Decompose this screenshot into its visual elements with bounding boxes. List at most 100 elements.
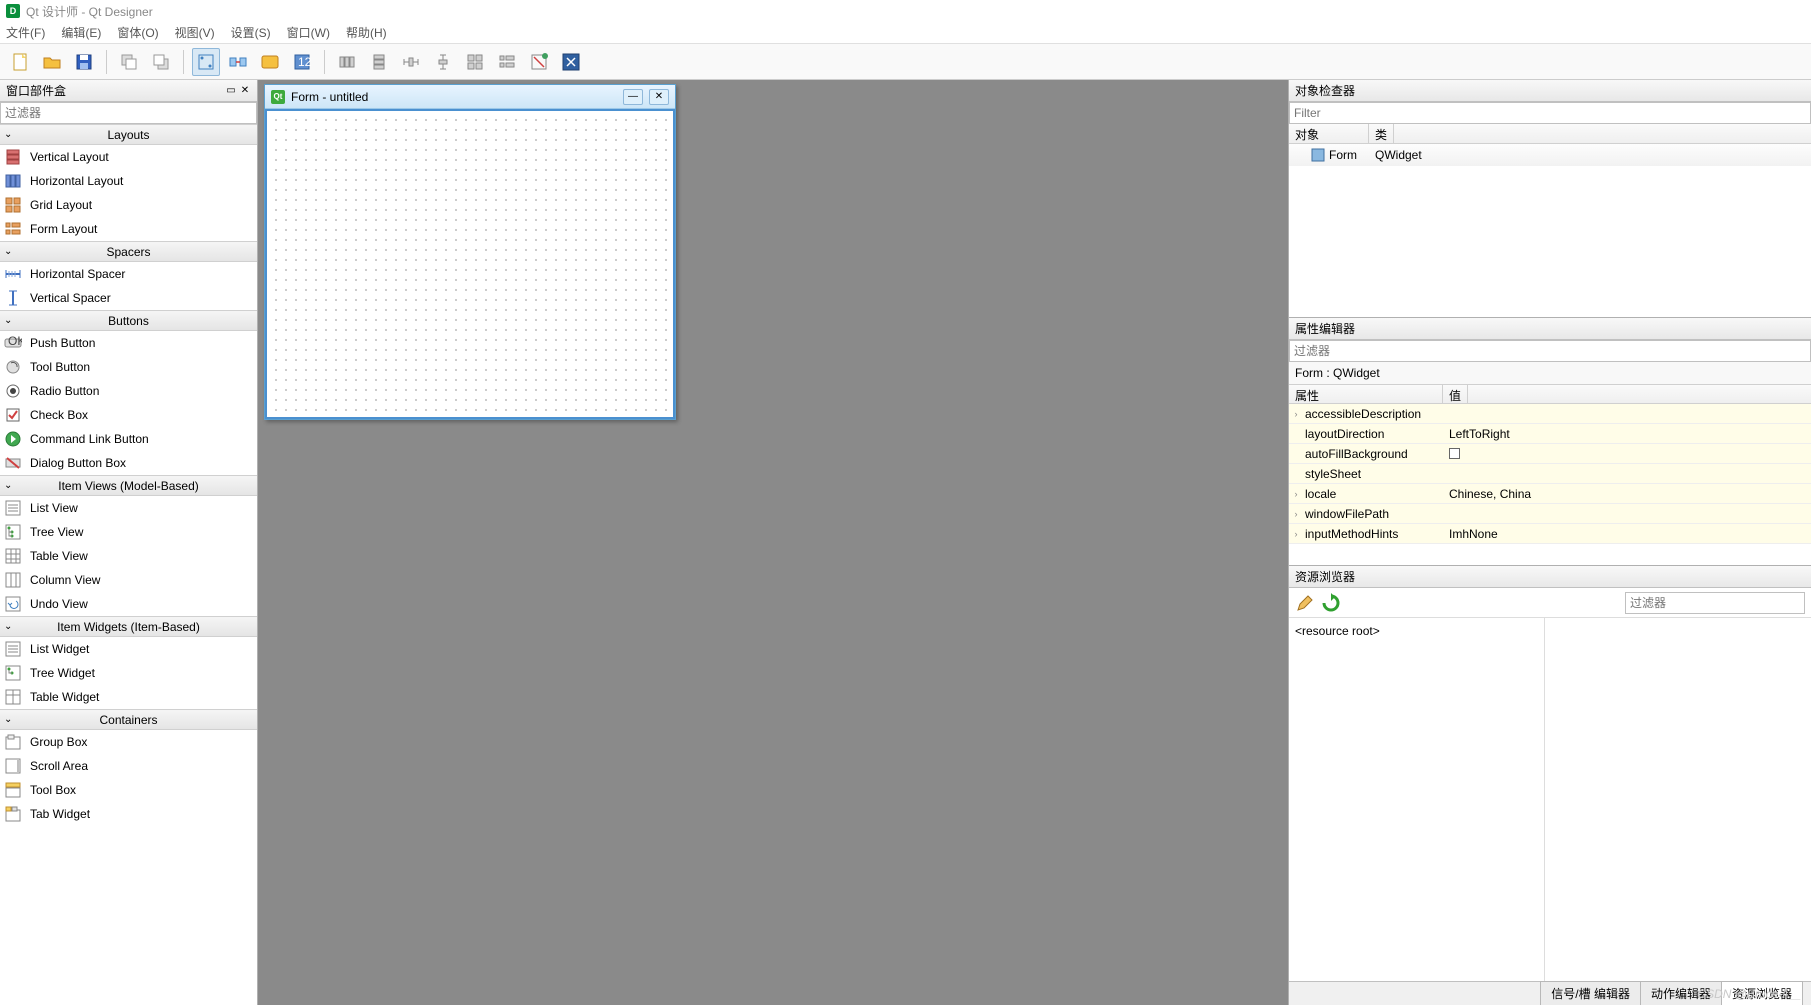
edit-signals-button[interactable] [224,48,252,76]
expand-icon[interactable]: › [1289,509,1303,519]
widget-item[interactable]: List Widget [0,637,257,661]
property-value: LeftToRight [1449,427,1510,441]
widget-item[interactable]: Radio Button [0,379,257,403]
layout-horizontal-button[interactable] [333,48,361,76]
widget-label: Horizontal Spacer [30,267,125,281]
widget-item[interactable]: Vertical Layout [0,145,257,169]
widget-item[interactable]: Form Layout [0,217,257,241]
widget-item[interactable]: Tool Button [0,355,257,379]
object-inspector-filter-input[interactable] [1289,102,1811,124]
menu-file[interactable]: 文件(F) [6,24,45,41]
widget-icon [4,406,22,424]
widget-item[interactable]: List View [0,496,257,520]
design-canvas[interactable]: Qt Form - untitled — ✕ [258,80,1288,1005]
widget-item[interactable]: Column View [0,568,257,592]
layout-vertical-splitter-button[interactable] [429,48,457,76]
widget-item[interactable]: Horizontal Layout [0,169,257,193]
widget-item[interactable]: Undo View [0,592,257,616]
resource-filter-input[interactable] [1625,592,1805,614]
widget-icon [4,358,22,376]
column-value[interactable]: 值 [1443,385,1468,403]
widget-item[interactable]: Check Box [0,403,257,427]
expand-icon[interactable]: › [1289,529,1303,539]
resource-tree[interactable]: <resource root> [1289,618,1545,981]
widget-icon [4,523,22,541]
column-class[interactable]: 类 [1369,124,1394,143]
edit-widgets-button[interactable] [192,48,220,76]
object-tree-row[interactable]: Form QWidget [1289,144,1811,166]
resource-root[interactable]: <resource root> [1295,624,1380,638]
minimize-button[interactable]: — [623,89,643,105]
reload-resources-button[interactable] [1321,593,1341,613]
adjust-size-button[interactable] [557,48,585,76]
expand-icon[interactable]: › [1289,409,1303,419]
widget-item[interactable]: Grid Layout [0,193,257,217]
chevron-down-icon: ⌄ [4,621,12,632]
widget-item[interactable]: Dialog Button Box [0,451,257,475]
widget-item[interactable]: Tree View [0,520,257,544]
close-icon[interactable]: ✕ [239,85,251,97]
break-layout-button[interactable] [525,48,553,76]
edit-tab-order-button[interactable]: 12 [288,48,316,76]
menu-edit[interactable]: 编辑(E) [61,24,101,41]
property-row[interactable]: ›inputMethodHintsImhNone [1289,524,1811,544]
widget-item[interactable]: Tool Box [0,778,257,802]
widget-category[interactable]: ⌄Item Views (Model-Based) [0,475,257,496]
layout-vertical-button[interactable] [365,48,393,76]
menu-settings[interactable]: 设置(S) [231,24,271,41]
widget-label: Undo View [30,597,88,611]
widget-label: List View [30,501,78,515]
menu-bar: 文件(F) 编辑(E) 窗体(O) 视图(V) 设置(S) 窗口(W) 帮助(H… [0,22,1811,44]
tab-signal-slot-editor[interactable]: 信号/槽 编辑器 [1540,981,1641,1005]
expand-icon[interactable]: › [1289,489,1303,499]
widget-item[interactable]: Command Link Button [0,427,257,451]
widget-item[interactable]: Vertical Spacer [0,286,257,310]
widget-item[interactable]: Horizontal Spacer [0,262,257,286]
open-file-button[interactable] [38,48,66,76]
widget-item[interactable]: Scroll Area [0,754,257,778]
menu-view[interactable]: 视图(V) [175,24,215,41]
property-editor-filter-input[interactable] [1289,340,1811,362]
layout-form-button[interactable] [493,48,521,76]
new-file-button[interactable] [6,48,34,76]
form-window[interactable]: Qt Form - untitled — ✕ [264,84,676,420]
property-row[interactable]: ›accessibleDescription [1289,404,1811,424]
menu-form[interactable]: 窗体(O) [117,24,158,41]
widget-item[interactable]: Group Box [0,730,257,754]
layout-grid-button[interactable] [461,48,489,76]
widget-item[interactable]: Table Widget [0,685,257,709]
widget-item[interactable]: OKPush Button [0,331,257,355]
close-button[interactable]: ✕ [649,89,669,105]
widget-category[interactable]: ⌄Buttons [0,310,257,331]
save-file-button[interactable] [70,48,98,76]
widget-box-filter-input[interactable] [0,102,257,124]
edit-buddies-button[interactable] [256,48,284,76]
layout-horizontal-splitter-button[interactable] [397,48,425,76]
bring-front-button[interactable] [147,48,175,76]
property-editor-title-bar: 属性编辑器 [1289,318,1811,340]
widget-box-panel: 窗口部件盒 ▭ ✕ ⌄LayoutsVertical LayoutHorizon… [0,80,258,1005]
property-row[interactable]: styleSheet [1289,464,1811,484]
widget-item[interactable]: Table View [0,544,257,568]
widget-item[interactable]: Tree Widget [0,661,257,685]
form-body[interactable] [265,109,675,419]
property-row[interactable]: layoutDirectionLeftToRight [1289,424,1811,444]
widget-category[interactable]: ⌄Spacers [0,241,257,262]
property-row[interactable]: autoFillBackground [1289,444,1811,464]
property-row[interactable]: ›localeChinese, China [1289,484,1811,504]
menu-help[interactable]: 帮助(H) [346,24,387,41]
form-title-bar[interactable]: Qt Form - untitled — ✕ [265,85,675,109]
widget-category[interactable]: ⌄Item Widgets (Item-Based) [0,616,257,637]
widget-category[interactable]: ⌄Containers [0,709,257,730]
widget-item[interactable]: Tab Widget [0,802,257,826]
column-object[interactable]: 对象 [1289,124,1369,143]
resource-browser-panel: 资源浏览器 <resource root> 信号/槽 编辑器 动作编辑器 资源浏… [1289,566,1811,1005]
property-row[interactable]: ›windowFilePath [1289,504,1811,524]
edit-resources-button[interactable] [1295,593,1315,613]
undock-icon[interactable]: ▭ [225,85,237,97]
send-back-button[interactable] [115,48,143,76]
widget-category[interactable]: ⌄Layouts [0,124,257,145]
checkbox-icon[interactable] [1449,448,1460,459]
column-property[interactable]: 属性 [1289,385,1443,403]
menu-window[interactable]: 窗口(W) [287,24,330,41]
